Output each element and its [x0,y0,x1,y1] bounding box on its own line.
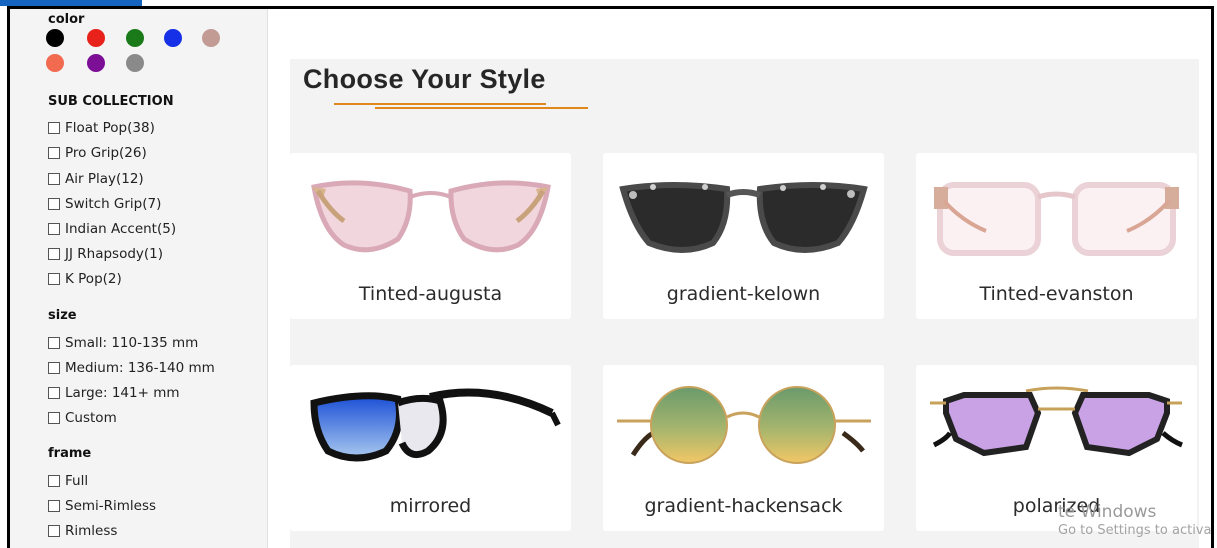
color-swatch-purple[interactable] [87,54,105,72]
option-label: Medium: 136-140 mm [65,360,215,376]
sub-collection-option[interactable]: JJ Rhapsody(1) [48,246,163,262]
option-label: Full [65,473,89,489]
product-name: mirrored [389,495,472,517]
color-swatch-blue[interactable] [164,29,182,47]
color-swatch-coral[interactable] [46,54,64,72]
frame-option[interactable]: Rimless [48,523,117,539]
size-option[interactable]: Medium: 136-140 mm [48,360,215,376]
option-label: Air Play(12) [65,171,144,187]
style-section: Choose Your Style Tinted-augusta gradien… [290,59,1199,548]
sub-collection-option[interactable]: Pro Grip(26) [48,145,147,161]
blue-mirrored-sunglasses-icon [310,388,561,462]
option-label: Large: 141+ mm [65,385,180,401]
checkbox[interactable] [48,223,60,235]
sub-collection-option[interactable]: Float Pop(38) [48,120,155,136]
option-label: Switch Grip(7) [65,196,162,212]
option-label: JJ Rhapsody(1) [65,246,164,262]
color-swatch-rose[interactable] [202,29,220,47]
option-label: Rimless [65,523,118,539]
checkbox[interactable] [48,412,60,424]
checkbox[interactable] [48,500,60,512]
page-title: Choose Your Style [303,64,546,94]
checkbox[interactable] [48,525,60,537]
checkbox[interactable] [48,173,60,185]
product-card-gradient-hackensack[interactable]: gradient-hackensack [603,365,884,531]
color-filter-title: color [48,12,85,27]
checkbox[interactable] [48,337,60,349]
title-underline [334,103,546,105]
sub-collection-option[interactable]: Indian Accent(5) [48,221,176,237]
cat-eye-glasses-icon [311,180,551,253]
color-swatch-red[interactable] [87,29,105,47]
product-card-tinted-augusta[interactable]: Tinted-augusta [290,153,571,319]
product-card-mirrored[interactable]: mirrored [290,365,571,531]
sub-collection-title: SUB COLLECTION [48,94,174,109]
option-label: Semi-Rimless [65,498,157,514]
checkbox[interactable] [48,248,60,260]
checkbox[interactable] [48,198,60,210]
page-frame: color SUB COLLECTION Float Pop(38) Pro G… [7,6,1214,548]
checkbox[interactable] [48,475,60,487]
checkbox[interactable] [48,273,60,285]
checkbox[interactable] [48,122,60,134]
size-option[interactable]: Custom [48,410,117,426]
checkbox[interactable] [48,387,60,399]
option-label: Small: 110-135 mm [65,335,199,351]
product-name: gradient-kelown [666,283,821,305]
round-gradient-sunglasses-icon [617,386,871,464]
sub-collection-option[interactable]: K Pop(2) [48,271,122,287]
frame-option[interactable]: Full [48,473,88,489]
square-clear-glasses-icon [934,182,1179,256]
option-label: Pro Grip(26) [65,145,147,161]
product-card-gradient-kelown[interactable]: gradient-kelown [603,153,884,319]
color-swatch-black[interactable] [46,29,64,47]
frame-option[interactable]: Semi-Rimless [48,498,156,514]
color-swatch-gray[interactable] [126,54,144,72]
frame-filter-title: frame [48,446,92,461]
option-label: Indian Accent(5) [65,221,177,237]
product-card-tinted-evanston[interactable]: Tinted-evanston [916,153,1197,319]
size-option[interactable]: Small: 110-135 mm [48,335,198,351]
product-name: gradient-hackensack [644,495,843,517]
activation-watermark-subtitle: Go to Settings to activat [1058,523,1211,538]
size-option[interactable]: Large: 141+ mm [48,385,180,401]
purple-aviator-sunglasses-icon [930,386,1183,457]
title-underline [375,107,588,109]
tortoise-sunglasses-icon [619,182,868,253]
filter-sidebar: color SUB COLLECTION Float Pop(38) Pro G… [10,9,268,548]
option-label: Custom [65,410,117,426]
activation-watermark-title: te Windows [1058,502,1157,522]
product-name: Tinted-evanston [979,283,1134,305]
option-label: K Pop(2) [65,271,122,287]
product-name: Tinted-augusta [358,283,503,305]
size-filter-title: size [48,308,77,323]
color-swatch-green[interactable] [126,29,144,47]
option-label: Float Pop(38) [65,120,155,136]
sub-collection-option[interactable]: Switch Grip(7) [48,196,161,212]
checkbox[interactable] [48,362,60,374]
checkbox[interactable] [48,147,60,159]
sub-collection-option[interactable]: Air Play(12) [48,171,144,187]
